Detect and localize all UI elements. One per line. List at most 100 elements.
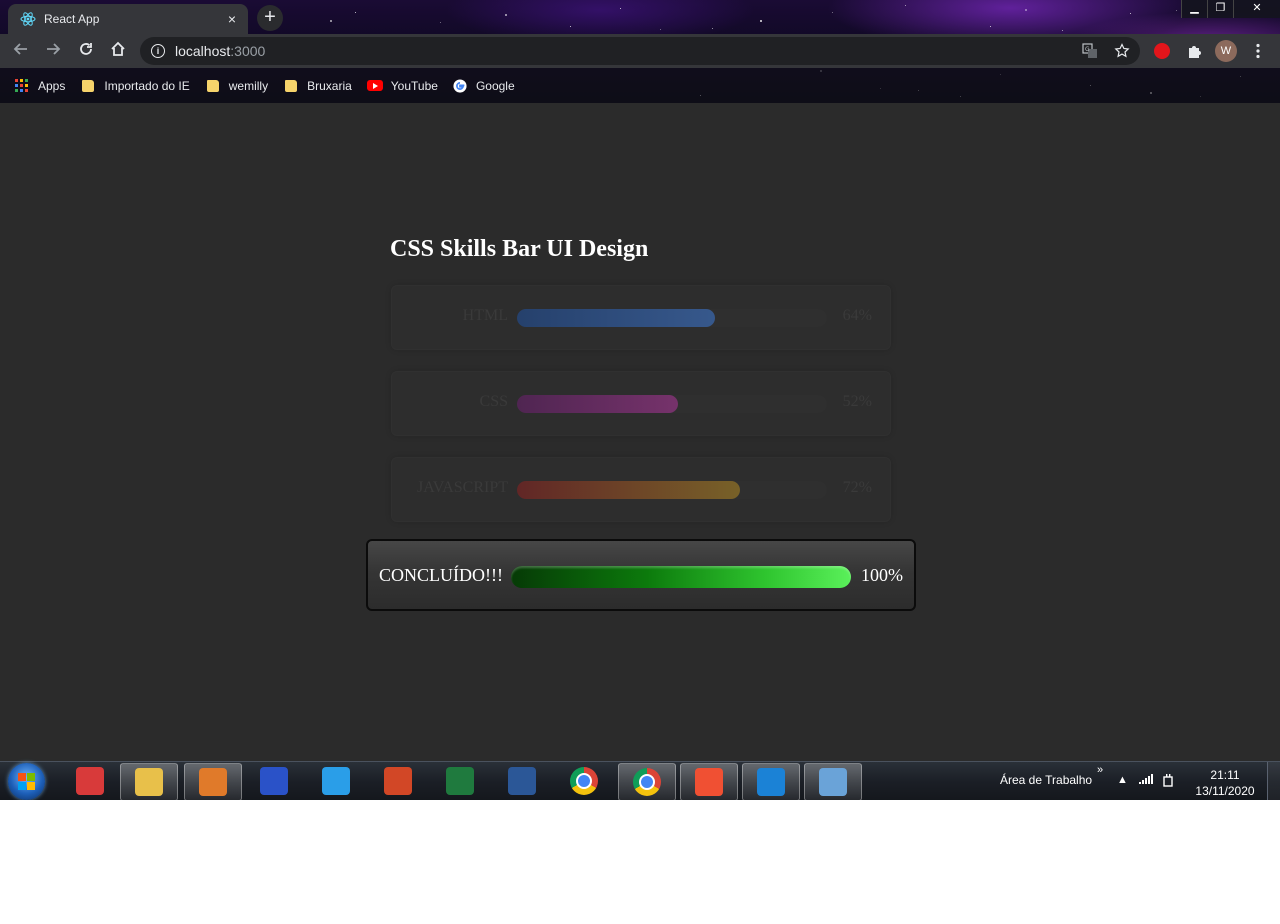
bookmark-star-icon[interactable] bbox=[1112, 40, 1132, 62]
skill-name: CSS bbox=[479, 393, 508, 410]
taskbar-button[interactable] bbox=[494, 763, 550, 799]
page-content: CSS Skills Bar UI Design HTML 64% CSS 52… bbox=[0, 103, 1280, 761]
url-host: localhost bbox=[175, 43, 231, 59]
skill-card-javascript: JAVASCRIPT 72% bbox=[391, 457, 891, 522]
internet-explorer-icon bbox=[322, 767, 350, 795]
taskbar-button[interactable] bbox=[618, 763, 676, 800]
completion-progress-track bbox=[511, 566, 851, 588]
power-plug-icon[interactable] bbox=[1162, 774, 1174, 791]
skill-progress-track bbox=[517, 309, 827, 327]
desktop-toolbar-label[interactable]: Área de Trabalho bbox=[1000, 773, 1092, 787]
taskbar-button[interactable] bbox=[742, 763, 800, 800]
windows-taskbar: Área de Trabalho » ▲ 21:11 13/11/2020 bbox=[0, 761, 1280, 800]
scanner-app-icon bbox=[260, 767, 288, 795]
bookmark-wemilly[interactable]: wemilly bbox=[205, 74, 268, 98]
skill-progress-track bbox=[517, 395, 827, 413]
skill-percent: 52% bbox=[842, 393, 872, 410]
new-tab-button[interactable]: + bbox=[257, 5, 283, 31]
taskbar-button[interactable] bbox=[62, 763, 118, 799]
bookmark-google[interactable]: Google bbox=[453, 74, 515, 98]
translate-icon[interactable]: G bbox=[1080, 40, 1100, 62]
browser-toolbar: i localhost:3000 G W bbox=[0, 34, 1280, 68]
star bbox=[355, 12, 356, 13]
system-clock[interactable]: 21:11 13/11/2020 bbox=[1190, 767, 1260, 799]
bookmark-apps[interactable]: Apps bbox=[15, 74, 65, 98]
skill-percent: 64% bbox=[842, 307, 872, 324]
browser-tab[interactable]: React App × bbox=[8, 4, 248, 34]
completion-percent: 100% bbox=[861, 565, 903, 585]
svg-text:G: G bbox=[1085, 46, 1090, 53]
skill-name: HTML bbox=[462, 307, 508, 324]
page-title: CSS Skills Bar UI Design bbox=[390, 236, 649, 262]
windows-logo-icon bbox=[18, 773, 35, 790]
profile-avatar[interactable]: W bbox=[1214, 40, 1238, 62]
tab-title: React App bbox=[44, 12, 100, 26]
react-logo-icon bbox=[20, 12, 36, 26]
start-button[interactable] bbox=[8, 763, 45, 800]
site-info-icon[interactable]: i bbox=[151, 44, 165, 58]
menu-dots-icon[interactable] bbox=[1249, 40, 1267, 62]
taskbar-button[interactable] bbox=[432, 763, 488, 799]
taskbar-button[interactable] bbox=[120, 763, 178, 800]
snipping-tool-icon bbox=[76, 767, 104, 795]
star bbox=[1130, 13, 1131, 14]
chrome-icon bbox=[570, 767, 598, 795]
network-signal-icon[interactable] bbox=[1139, 774, 1153, 787]
completion-progress-fill bbox=[511, 566, 851, 588]
star bbox=[990, 26, 991, 27]
minimize-button[interactable]: ▁ bbox=[1181, 0, 1207, 18]
bookmark-label: Importado do IE bbox=[104, 78, 190, 93]
file-explorer-icon bbox=[135, 768, 163, 796]
extensions-puzzle-icon[interactable] bbox=[1184, 40, 1204, 62]
word-icon bbox=[508, 767, 536, 795]
bookmark-bruxaria[interactable]: Bruxaria bbox=[283, 74, 352, 98]
adblock-extension-icon[interactable] bbox=[1152, 40, 1172, 62]
window-controls: ▁ ❐ ✕ bbox=[1181, 0, 1280, 18]
taskbar-button[interactable] bbox=[556, 763, 612, 799]
taskbar-button[interactable] bbox=[184, 763, 242, 800]
star bbox=[1025, 9, 1027, 11]
star bbox=[1176, 10, 1177, 11]
folder-icon bbox=[206, 79, 219, 92]
clock-time: 21:11 bbox=[1210, 768, 1240, 782]
address-bar[interactable]: i localhost:3000 bbox=[140, 37, 1140, 65]
chrome-profile-icon bbox=[633, 768, 661, 796]
desktop-screen: React App × + ▁ ❐ ✕ i localhost:3000 G … bbox=[0, 0, 1280, 800]
folder-icon bbox=[285, 79, 298, 92]
bookmark-importado-do-ie[interactable]: Importado do IE bbox=[80, 74, 190, 98]
taskbar-button[interactable] bbox=[308, 763, 364, 799]
star bbox=[905, 5, 906, 6]
taskbar-button[interactable] bbox=[246, 763, 302, 799]
powerpoint-icon bbox=[384, 767, 412, 795]
bookmark-label: Bruxaria bbox=[307, 78, 352, 93]
browser-frame: React App × + ▁ ❐ ✕ i localhost:3000 G … bbox=[0, 0, 1280, 103]
reload-icon[interactable] bbox=[75, 40, 97, 62]
url-port: :3000 bbox=[230, 43, 266, 59]
bookmark-label: wemilly bbox=[228, 78, 269, 93]
tab-close-icon[interactable]: × bbox=[224, 11, 240, 27]
taskbar-button[interactable] bbox=[370, 763, 426, 799]
taskbar-button[interactable] bbox=[804, 763, 862, 800]
apps-grid-icon bbox=[15, 78, 28, 92]
star bbox=[660, 29, 661, 30]
bookmarks-bar: Apps Importado do IE wemilly Bruxaria Yo… bbox=[0, 68, 1280, 103]
taskbar-button[interactable] bbox=[680, 763, 738, 800]
skill-card-css: CSS 52% bbox=[391, 371, 891, 436]
show-desktop-button[interactable] bbox=[1267, 762, 1280, 800]
star bbox=[760, 20, 762, 22]
skill-progress-fill bbox=[517, 481, 741, 499]
forward-arrow-icon[interactable] bbox=[42, 40, 64, 62]
toolbar-chevron-icon[interactable]: » bbox=[1097, 764, 1103, 776]
restore-button[interactable]: ❐ bbox=[1207, 0, 1233, 18]
completion-card: CONCLUÍDO!!! 100% bbox=[366, 539, 916, 611]
close-window-button[interactable]: ✕ bbox=[1233, 0, 1280, 18]
home-icon[interactable] bbox=[107, 40, 129, 62]
show-hidden-icons-icon[interactable]: ▲ bbox=[1117, 774, 1128, 786]
skill-name: JAVASCRIPT bbox=[416, 479, 508, 496]
star bbox=[712, 28, 713, 29]
back-arrow-icon[interactable] bbox=[10, 40, 32, 62]
bookmark-youtube[interactable]: YouTube bbox=[366, 74, 438, 98]
clock-date: 13/11/2020 bbox=[1195, 784, 1255, 798]
paint-icon bbox=[819, 768, 847, 796]
star bbox=[570, 26, 571, 27]
